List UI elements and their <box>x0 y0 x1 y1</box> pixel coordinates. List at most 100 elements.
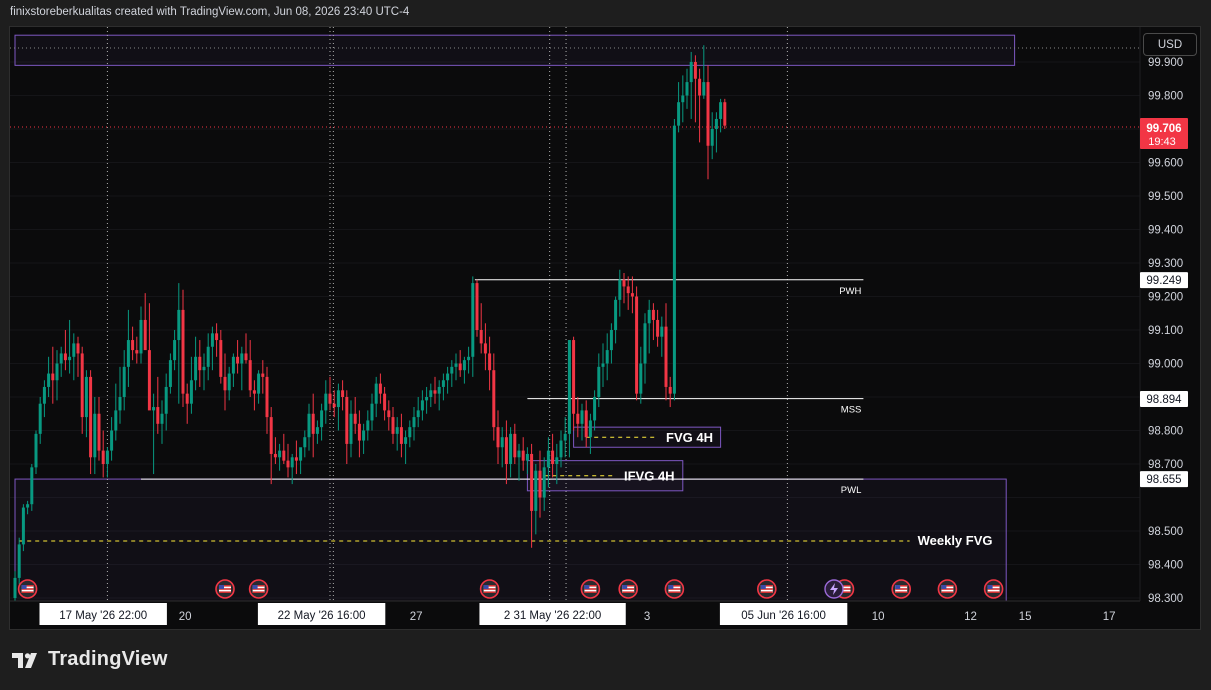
us-event-flag-icon[interactable] <box>17 579 38 599</box>
candle-body <box>290 457 294 468</box>
candle-body <box>647 309 651 324</box>
candle-body <box>80 353 84 418</box>
y-axis-tick-label: 98.300 <box>1148 593 1183 605</box>
candle-body <box>626 286 630 294</box>
y-axis-tick-label: 98.400 <box>1148 560 1183 572</box>
candle-body <box>609 330 613 351</box>
candle-body <box>492 370 496 428</box>
us-event-flag-icon[interactable] <box>983 579 1004 599</box>
candle-body <box>416 410 420 418</box>
us-event-flag-icon[interactable] <box>479 579 500 599</box>
candle-body <box>189 380 193 404</box>
candle-body <box>630 293 634 297</box>
candle-body <box>362 430 366 441</box>
candle-body <box>458 363 462 371</box>
candle-body <box>248 360 252 391</box>
candle-body <box>475 283 479 330</box>
candle-body <box>643 323 647 364</box>
candle-body <box>110 430 114 451</box>
us-event-flag-icon[interactable] <box>756 579 777 599</box>
candle-body <box>454 363 458 367</box>
bar-countdown-timer: 19:43 <box>1148 136 1176 148</box>
candle-body <box>668 386 672 394</box>
label-ifvg-4h: IFVG 4H <box>624 469 675 484</box>
candle-body <box>408 427 412 438</box>
us-event-flag-icon[interactable] <box>248 579 269 599</box>
candle-body <box>391 417 395 434</box>
candle-body <box>656 319 660 337</box>
candle-body <box>349 413 353 444</box>
us-event-flag-icon[interactable] <box>618 579 639 599</box>
candle-body <box>122 366 126 397</box>
candle-body <box>17 544 21 578</box>
x-axis-tick-label: 27 <box>410 611 423 623</box>
candle-body <box>437 386 441 394</box>
label-pwl: PWL <box>841 485 862 496</box>
candle-body <box>706 82 710 146</box>
candle-body <box>446 373 450 381</box>
label-fvg-4h: FVG 4H <box>666 430 713 445</box>
candle-body <box>576 413 580 424</box>
candle-body <box>462 360 466 371</box>
y-axis-tick-label: 99.800 <box>1148 91 1183 103</box>
x-axis-tick-label: 20 <box>179 611 192 623</box>
candle-body <box>320 410 324 428</box>
x-axis-tick-label: 17 <box>1103 611 1116 623</box>
candle-body <box>467 356 471 361</box>
us-event-flag-icon[interactable] <box>937 579 958 599</box>
candle-body <box>236 356 240 364</box>
candle-body <box>345 397 349 444</box>
candle-body <box>471 283 475 357</box>
candle-body <box>584 410 588 438</box>
candle-body <box>244 353 248 361</box>
candle-body <box>152 407 156 411</box>
candle-body <box>605 350 609 364</box>
y-axis-tick-label: 99.600 <box>1148 158 1183 170</box>
candle-body <box>30 467 34 505</box>
candle-body <box>215 333 219 341</box>
candle-body <box>702 82 706 96</box>
candle-body <box>412 417 416 428</box>
us-event-flag-icon[interactable] <box>664 579 685 599</box>
candle-body <box>336 390 340 408</box>
candle-body <box>38 403 42 434</box>
candle-body <box>341 390 345 397</box>
tradingview-logo-icon <box>12 652 37 668</box>
candlestick-chart[interactable]: PWH MSS PWL Weekly FVG FVG 4H IFVG 4H 20 27 3 10 1… <box>0 0 1211 690</box>
candle-body <box>147 350 151 411</box>
us-event-flag-icon[interactable] <box>891 579 912 599</box>
candle-body <box>315 427 319 434</box>
y-axis-tick-label: 99.400 <box>1148 225 1183 237</box>
us-event-flag-icon[interactable] <box>215 579 235 599</box>
candle-body <box>353 413 357 424</box>
candle-body <box>370 403 374 421</box>
candle-body <box>681 95 685 103</box>
y-axis-tick-label: 99.000 <box>1148 359 1183 371</box>
x-axis-highlight-label: 17 May '26 22:00 <box>59 610 147 622</box>
candle-body <box>210 333 214 347</box>
y-axis-tick-label: 99.100 <box>1148 325 1183 337</box>
candle-body <box>500 437 504 448</box>
candle-body <box>265 376 269 418</box>
candle-body <box>231 356 235 374</box>
y-axis-tick-label: 99.300 <box>1148 258 1183 270</box>
lightning-event-icon[interactable] <box>824 579 844 599</box>
candle-body <box>173 340 177 361</box>
us-event-flag-icon[interactable] <box>580 579 601 599</box>
candle-body <box>278 450 282 458</box>
candle-body <box>135 350 139 354</box>
candle-body <box>294 457 298 461</box>
currency-selector-button[interactable]: USD <box>1143 33 1197 56</box>
candle-body <box>546 450 550 468</box>
candle-body <box>664 326 668 387</box>
y-axis-tick-label: 98.700 <box>1148 459 1183 471</box>
candle-body <box>639 363 643 394</box>
candle-body <box>496 427 500 448</box>
candle-body <box>160 413 164 424</box>
candle-body <box>651 309 655 320</box>
label-mss: MSS <box>841 405 862 416</box>
y-axis-tick-label: 99.900 <box>1148 57 1183 69</box>
candle-body <box>693 62 697 79</box>
candle-body <box>509 433 513 464</box>
candle-body <box>597 366 601 397</box>
